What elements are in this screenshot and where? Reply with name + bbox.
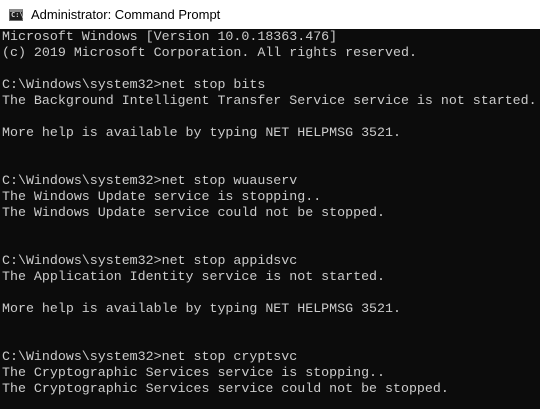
- console-line: Microsoft Windows [Version 10.0.18363.47…: [2, 29, 338, 44]
- console-line: The Application Identity service is not …: [2, 269, 386, 284]
- console-line: The Cryptographic Services service could…: [2, 381, 449, 396]
- cmd-icon: C:\: [9, 8, 24, 21]
- console-output[interactable]: Microsoft Windows [Version 10.0.18363.47…: [2, 29, 540, 409]
- command-line: C:\Windows\system32>net stop bits: [2, 77, 266, 92]
- command-line: C:\Windows\system32>net stop cryptsvc: [2, 349, 298, 364]
- console-line: The Windows Update service is stopping..: [2, 189, 322, 204]
- command-line: C:\Windows\system32>net stop wuauserv: [2, 173, 298, 188]
- console-line: The Windows Update service could not be …: [2, 205, 386, 220]
- command-line: C:\Windows\system32>net stop appidsvc: [2, 253, 298, 268]
- command-prompt-window: C:\ Administrator: Command Prompt Micros…: [0, 0, 540, 409]
- console-line: The Background Intelligent Transfer Serv…: [2, 93, 537, 108]
- console-line: More help is available by typing NET HEL…: [2, 301, 401, 316]
- console-line: More help is available by typing NET HEL…: [2, 125, 401, 140]
- title-bar[interactable]: C:\ Administrator: Command Prompt: [0, 0, 540, 29]
- window-title: Administrator: Command Prompt: [31, 7, 221, 22]
- console-line: The Cryptographic Services service is st…: [2, 365, 386, 380]
- console-line: (c) 2019 Microsoft Corporation. All righ…: [2, 45, 417, 60]
